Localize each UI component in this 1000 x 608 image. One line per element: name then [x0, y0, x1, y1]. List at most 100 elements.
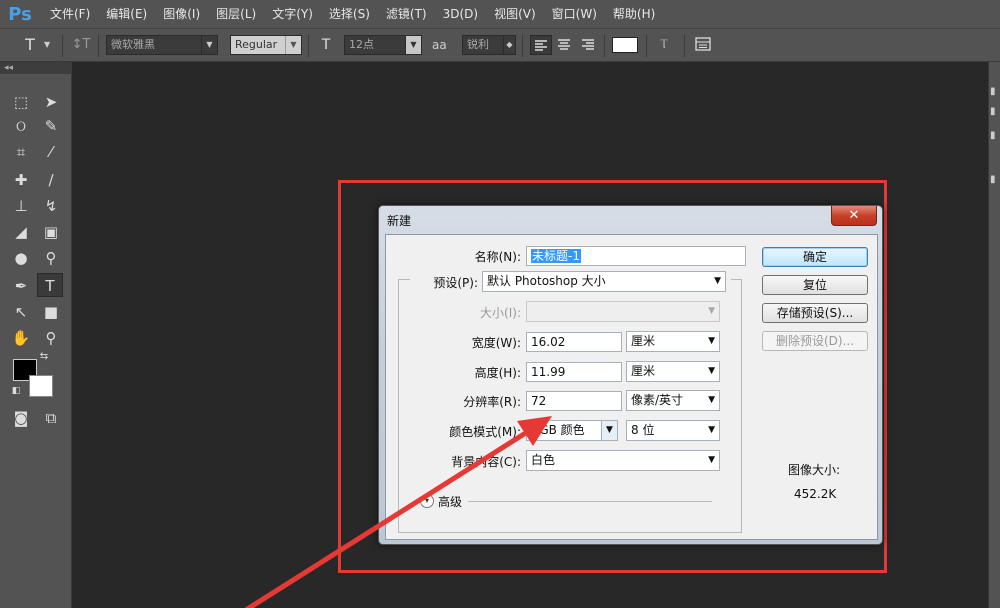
resolution-unit-value: 像素/英寸 — [631, 393, 684, 407]
chevron-down-icon: ▼ — [201, 36, 217, 54]
right-panel-dock: ▮ ▮ ▮ ▮ — [988, 62, 1000, 608]
bit-depth-select[interactable]: 8 位 ▼ — [626, 420, 720, 441]
dialog-body: 名称(N): 未标题-1 预设(P): 默认 Photoshop 大小 ▼ 大小… — [385, 234, 878, 540]
save-preset-button[interactable]: 存储预设(S)... — [762, 303, 868, 323]
width-unit-select[interactable]: 厘米 ▼ — [626, 331, 720, 352]
menu-filter[interactable]: 滤镜(T) — [378, 0, 435, 28]
dodge-tool-icon[interactable]: ⚲ — [38, 246, 64, 270]
healing-brush-tool-icon[interactable]: ✚ — [8, 168, 34, 192]
type-tool-icon[interactable]: T — [20, 35, 40, 55]
tools-panel: ◂◂ ⬚ ➤ ଠ ✎ ⌗ ⁄ ✚ ∕ ⊥ ↯ ◢ ▣ ● ⚲ ✒ T ↖ ■ ✋… — [0, 62, 72, 608]
chevron-down-icon: ▼ — [714, 276, 721, 286]
advanced-label[interactable]: 高级 — [438, 493, 462, 510]
menu-3d[interactable]: 3D(D) — [435, 0, 486, 28]
gradient-tool-icon[interactable]: ▣ — [38, 220, 64, 244]
menu-type[interactable]: 文字(Y) — [264, 0, 321, 28]
path-selection-tool-icon[interactable]: ↖ — [8, 300, 34, 324]
swap-colors-icon[interactable]: ⇆ — [36, 350, 52, 364]
resolution-unit-select[interactable]: 像素/英寸 ▼ — [626, 390, 720, 411]
character-panel-button[interactable] — [694, 35, 714, 55]
menu-window[interactable]: 窗口(W) — [544, 0, 605, 28]
menu-select[interactable]: 选择(S) — [321, 0, 378, 28]
menu-file[interactable]: 文件(F) — [42, 0, 98, 28]
crop-tool-icon[interactable]: ⌗ — [8, 140, 34, 164]
font-family-select[interactable]: 微软雅黑 ▼ — [106, 35, 218, 55]
chevron-updown-icon: ◆ — [503, 36, 515, 54]
chevron-down-icon: ▼ — [708, 336, 715, 346]
type-tool-icon[interactable]: T — [37, 273, 63, 297]
align-left-button[interactable] — [530, 35, 552, 55]
screen-mode-icon[interactable]: ⧉ — [38, 406, 64, 430]
history-brush-tool-icon[interactable]: ↯ — [38, 194, 64, 218]
height-input[interactable]: 11.99 — [526, 362, 622, 382]
chevron-down-icon: ▼ — [601, 421, 617, 440]
menu-view[interactable]: 视图(V) — [486, 0, 544, 28]
options-bar: T ▼ ↕T 微软雅黑 ▼ Regular ▼ T 12点 ▼ aa 锐利 ◆ … — [0, 28, 1000, 62]
advanced-toggle-icon[interactable]: ▾ — [420, 494, 434, 508]
text-color-swatch[interactable] — [612, 37, 638, 53]
color-mode-label: 颜色模式(M): — [449, 425, 521, 439]
resolution-label: 分辨率(R): — [463, 395, 521, 409]
menu-layer[interactable]: 图层(L) — [208, 0, 264, 28]
tool-preset-dropdown-icon[interactable]: ▼ — [44, 35, 56, 55]
panel-icon[interactable]: ▮ — [990, 174, 1000, 186]
chevron-down-icon: ▼ — [708, 395, 715, 405]
menu-edit[interactable]: 编辑(E) — [98, 0, 155, 28]
antialias-value: 锐利 — [467, 38, 489, 51]
quick-mask-icon[interactable]: ◙ — [8, 406, 34, 430]
chevron-down-icon: ▼ — [285, 36, 301, 54]
color-mode-select[interactable]: RGB 颜色 ▼ — [526, 420, 618, 441]
align-center-button[interactable] — [554, 35, 576, 55]
resolution-input[interactable]: 72 — [526, 391, 622, 411]
clone-stamp-tool-icon[interactable]: ⊥ — [8, 194, 34, 218]
quick-selection-tool-icon[interactable]: ✎ — [38, 114, 64, 138]
brush-tool-icon[interactable]: ∕ — [38, 168, 64, 192]
eyedropper-tool-icon[interactable]: ⁄ — [38, 140, 64, 164]
new-document-dialog: 新建 ✕ 名称(N): 未标题-1 预设(P): 默认 Photoshop 大小… — [378, 205, 883, 545]
name-label: 名称(N): — [474, 250, 521, 264]
ok-button[interactable]: 确定 — [762, 247, 868, 267]
height-label: 高度(H): — [474, 366, 521, 380]
panel-icon[interactable]: ▮ — [990, 130, 1000, 142]
align-right-button[interactable] — [578, 35, 600, 55]
panel-icon[interactable]: ▮ — [990, 86, 1000, 98]
rectangle-tool-icon[interactable]: ■ — [38, 300, 64, 324]
chevron-down-icon: ▼ — [708, 455, 715, 465]
chevron-down-icon: ▼ — [708, 425, 715, 435]
chevron-down-icon: ▼ — [708, 366, 715, 376]
panel-icon[interactable]: ▮ — [990, 106, 1000, 118]
default-colors-icon[interactable]: ◧ — [8, 384, 24, 398]
antialias-icon: aa — [432, 38, 447, 52]
eraser-tool-icon[interactable]: ◢ — [8, 220, 34, 244]
chevron-down-icon: ▼ — [405, 36, 421, 54]
bit-depth-value: 8 位 — [631, 423, 655, 437]
blur-tool-icon[interactable]: ● — [8, 246, 34, 270]
height-unit-select[interactable]: 厘米 ▼ — [626, 361, 720, 382]
collapse-panel-icon[interactable]: ◂◂ — [0, 62, 72, 74]
close-button[interactable]: ✕ — [831, 206, 877, 226]
move-tool-icon[interactable]: ➤ — [38, 90, 64, 114]
pen-tool-icon[interactable]: ✒ — [8, 274, 34, 298]
marquee-tool-icon[interactable]: ⬚ — [8, 90, 34, 114]
background-select[interactable]: 白色 ▼ — [526, 450, 720, 471]
reset-button[interactable]: 复位 — [762, 275, 868, 295]
menu-image[interactable]: 图像(I) — [155, 0, 208, 28]
text-orientation-icon[interactable]: ↕T — [70, 35, 92, 55]
antialias-select[interactable]: 锐利 ◆ — [462, 35, 516, 55]
warp-text-icon[interactable]: Ⲧ — [654, 35, 674, 55]
size-select[interactable]: ▼ — [526, 301, 720, 322]
font-style-select[interactable]: Regular ▼ — [230, 35, 302, 55]
zoom-tool-icon[interactable]: ⚲ — [38, 326, 64, 350]
hand-tool-icon[interactable]: ✋ — [8, 326, 34, 350]
lasso-tool-icon[interactable]: ଠ — [8, 114, 34, 138]
advanced-divider — [468, 501, 712, 502]
preset-label: 预设(P): — [433, 276, 478, 290]
menu-help[interactable]: 帮助(H) — [605, 0, 663, 28]
background-color-swatch[interactable] — [29, 375, 53, 397]
font-size-select[interactable]: 12点 ▼ — [344, 35, 422, 55]
delete-preset-button[interactable]: 删除预设(D)... — [762, 331, 868, 351]
preset-select[interactable]: 默认 Photoshop 大小 ▼ — [482, 271, 726, 292]
name-input[interactable]: 未标题-1 — [526, 246, 746, 266]
image-size-label: 图像大小: — [788, 463, 841, 477]
width-input[interactable]: 16.02 — [526, 332, 622, 352]
